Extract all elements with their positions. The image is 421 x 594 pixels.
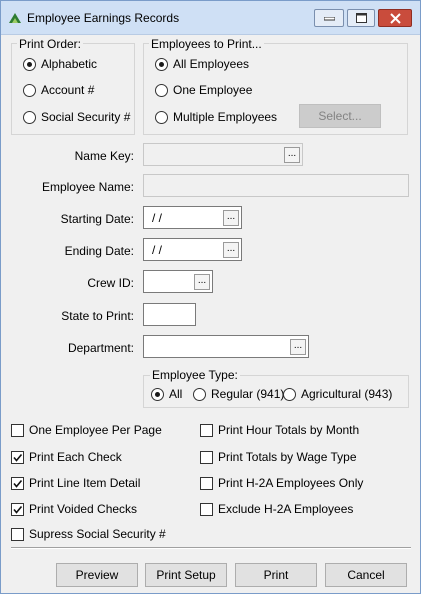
ending-date-input[interactable]: / / ... — [143, 238, 242, 261]
radio-indicator — [23, 110, 36, 124]
checkbox-box — [11, 527, 24, 541]
radio-alphabetic[interactable]: Alphabetic — [23, 57, 97, 71]
checkbox-print-totals-by-wage-type[interactable]: Print Totals by Wage Type — [200, 450, 357, 464]
checkmark-icon — [13, 453, 23, 462]
radio-label: All Employees — [173, 57, 250, 71]
checkbox-label: Exclude H-2A Employees — [218, 502, 354, 516]
checkbox-label: Print Hour Totals by Month — [218, 423, 360, 437]
name-key-label: Name Key: — [74, 149, 134, 163]
checkbox-box — [200, 502, 213, 516]
checkbox-box — [200, 476, 213, 490]
employee-type-legend: Employee Type: — [150, 368, 240, 382]
ending-date-value: / / — [152, 243, 163, 257]
employees-to-print-legend: Employees to Print... — [149, 37, 264, 51]
preview-button[interactable]: Preview — [56, 563, 138, 587]
radio-label: Account # — [41, 83, 95, 97]
close-icon — [390, 13, 401, 24]
radio-all-employees[interactable]: All Employees — [155, 57, 249, 71]
window-title: Employee Earnings Records — [27, 11, 180, 25]
employee-name-label: Employee Name: — [41, 180, 134, 194]
starting-date-input[interactable]: / / ... — [143, 206, 242, 229]
starting-date-label: Starting Date: — [60, 212, 134, 226]
checkbox-print-line-item-detail[interactable]: Print Line Item Detail — [11, 476, 140, 490]
radio-label: One Employee — [173, 83, 253, 97]
radio-label: Agricultural (943) — [301, 387, 393, 401]
radio-indicator — [155, 83, 168, 97]
name-key-input[interactable]: ... — [143, 143, 303, 166]
radio-indicator — [23, 57, 36, 71]
state-to-print-input[interactable] — [143, 303, 196, 326]
print-setup-button[interactable]: Print Setup — [145, 563, 227, 587]
radio-label: Regular (941) — [211, 387, 285, 401]
employee-name-input[interactable] — [143, 174, 409, 197]
department-input[interactable]: ... — [143, 335, 309, 358]
minimize-icon — [324, 17, 335, 21]
checkmark-icon — [13, 505, 23, 514]
checkbox-print-hour-totals-by-month[interactable]: Print Hour Totals by Month — [200, 423, 359, 437]
checkbox-print-each-check[interactable]: Print Each Check — [11, 450, 122, 464]
checkbox-print-h2a-only[interactable]: Print H-2A Employees Only — [200, 476, 363, 490]
radio-indicator — [193, 387, 206, 401]
maximize-button[interactable] — [347, 9, 375, 27]
crew-id-lookup-button[interactable]: ... — [194, 274, 210, 290]
department-label: Department: — [67, 341, 134, 355]
checkbox-box — [200, 450, 213, 464]
print-button[interactable]: Print — [235, 563, 317, 587]
minimize-button[interactable] — [314, 9, 344, 27]
radio-label: Alphabetic — [41, 57, 98, 71]
starting-date-value: / / — [152, 211, 163, 225]
radio-account-number[interactable]: Account # — [23, 83, 94, 97]
ending-date-picker-button[interactable]: ... — [223, 242, 239, 258]
radio-indicator — [155, 110, 168, 124]
checkbox-box — [11, 502, 24, 516]
state-to-print-label: State to Print: — [61, 309, 134, 323]
app-logo-icon — [9, 13, 21, 23]
button-separator — [11, 547, 411, 549]
radio-label: Social Security # — [41, 110, 131, 124]
print-order-legend: Print Order: — [17, 37, 84, 51]
radio-multiple-employees[interactable]: Multiple Employees — [155, 110, 277, 124]
crew-id-label: Crew ID: — [87, 276, 134, 290]
checkbox-box — [11, 423, 24, 437]
checkbox-label: Print Totals by Wage Type — [218, 450, 357, 464]
checkbox-label: One Employee Per Page — [29, 423, 162, 437]
checkbox-one-employee-per-page[interactable]: One Employee Per Page — [11, 423, 162, 437]
radio-one-employee[interactable]: One Employee — [155, 83, 252, 97]
ending-date-label: Ending Date: — [64, 244, 134, 258]
select-employees-button[interactable]: Select... — [299, 104, 381, 128]
checkmark-icon — [13, 479, 23, 488]
radio-label: All — [169, 387, 183, 401]
radio-label: Multiple Employees — [173, 110, 278, 124]
radio-type-all[interactable]: All — [151, 387, 182, 401]
checkbox-box — [200, 423, 213, 437]
close-button[interactable] — [378, 9, 412, 27]
checkbox-label: Print Voided Checks — [29, 502, 138, 516]
checkbox-exclude-h2a[interactable]: Exclude H-2A Employees — [200, 502, 353, 516]
maximize-icon — [356, 13, 367, 23]
checkbox-box — [11, 450, 24, 464]
radio-indicator — [151, 387, 164, 401]
checkbox-label: Print Each Check — [29, 450, 122, 464]
radio-indicator — [23, 83, 36, 97]
radio-type-regular[interactable]: Regular (941) — [193, 387, 284, 401]
checkbox-label: Print Line Item Detail — [29, 476, 141, 490]
starting-date-picker-button[interactable]: ... — [223, 210, 239, 226]
checkbox-label: Print H-2A Employees Only — [218, 476, 364, 490]
radio-indicator — [155, 57, 168, 71]
checkbox-print-voided-checks[interactable]: Print Voided Checks — [11, 502, 137, 516]
checkbox-label: Supress Social Security # — [29, 527, 166, 541]
department-lookup-button[interactable]: ... — [290, 339, 306, 355]
title-bar: Employee Earnings Records — [1, 1, 420, 35]
employee-earnings-window: Employee Earnings Records Print Order: A… — [0, 0, 421, 594]
radio-indicator — [283, 387, 296, 401]
radio-type-agricultural[interactable]: Agricultural (943) — [283, 387, 392, 401]
name-key-lookup-button[interactable]: ... — [284, 147, 300, 163]
cancel-button[interactable]: Cancel — [325, 563, 407, 587]
radio-social-security[interactable]: Social Security # — [23, 110, 130, 124]
checkbox-box — [11, 476, 24, 490]
checkbox-supress-social-security[interactable]: Supress Social Security # — [11, 527, 166, 541]
crew-id-input[interactable]: ... — [143, 270, 213, 293]
